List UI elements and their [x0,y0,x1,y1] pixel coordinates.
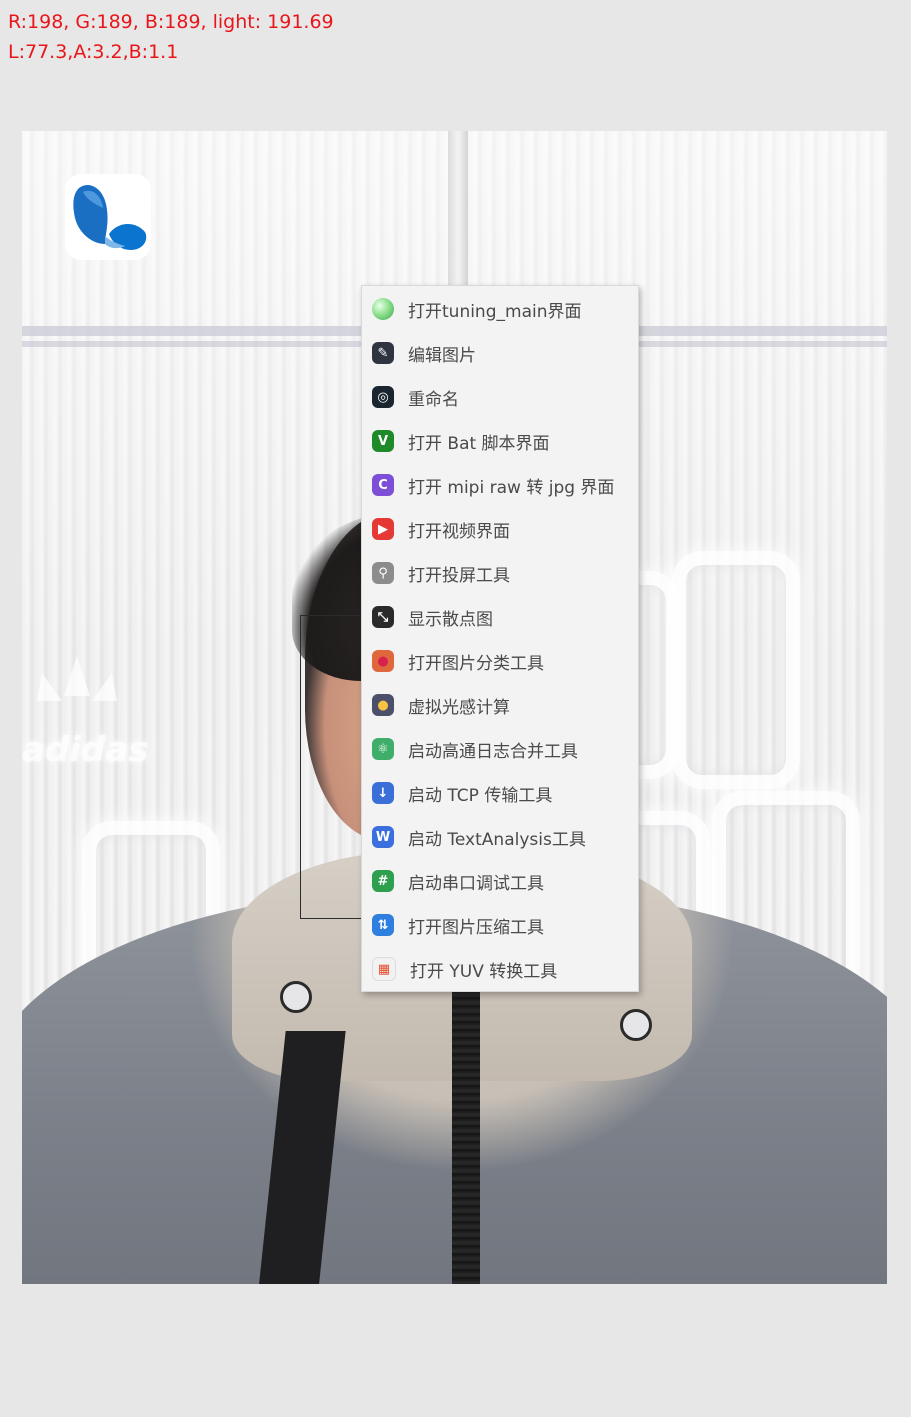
menu-item-label: 编辑图片 [408,345,476,366]
video-icon: ▶ [372,518,394,540]
menu-item-label: 显示散点图 [408,609,493,630]
cord-toggle [280,981,312,1013]
menu-item[interactable]: ⤡ 显示散点图 [362,595,638,639]
text-analysis-icon: W [372,826,394,848]
zipper [452,991,480,1284]
menu-item[interactable]: ◎ 重命名 [362,375,638,419]
yuv-convert-icon: ▦ [372,957,396,981]
context-menu: 打开tuning_main界面 ✎ 编辑图片 ◎ 重命名 V 打开 Bat 脚本界面 C 打开 … [361,285,639,992]
menu-item[interactable]: ✎ 编辑图片 [362,331,638,375]
green-orb-icon [372,298,394,320]
butterfly-logo-icon [73,184,147,250]
menu-item-label: 虚拟光感计算 [408,697,510,718]
menu-item-label: 打开tuning_main界面 [408,301,582,322]
store-sign-text: adidas [22,730,149,770]
mipi-convert-icon: C [372,474,394,496]
rename-icon: ◎ [372,386,394,408]
edit-image-icon: ✎ [372,342,394,364]
menu-item-label: 打开图片分类工具 [408,653,544,674]
menu-item-label: 打开 mipi raw 转 jpg 界面 [408,477,615,498]
image-classify-icon: ● [372,650,394,672]
menu-item-label: 启动 TextAnalysis工具 [408,829,586,850]
cord-toggle [620,1009,652,1041]
menu-item[interactable]: C 打开 mipi raw 转 jpg 界面 [362,463,638,507]
menu-item-label: 打开 Bat 脚本界面 [408,433,550,454]
menu-item[interactable]: ● 虚拟光感计算 [362,683,638,727]
menu-item[interactable]: 打开tuning_main界面 [362,287,638,331]
trefoil-logo-icon [37,656,117,701]
menu-item[interactable]: ⇅ 打开图片压缩工具 [362,903,638,947]
menu-item[interactable]: ⚲ 打开投屏工具 [362,551,638,595]
menu-item-label: 打开视频界面 [408,521,510,542]
menu-item[interactable]: ▦ 打开 YUV 转换工具 [362,947,638,991]
menu-item[interactable]: ↓ 启动 TCP 传输工具 [362,771,638,815]
menu-item-label: 打开图片压缩工具 [408,917,544,938]
menu-item[interactable]: V 打开 Bat 脚本界面 [362,419,638,463]
menu-item-label: 启动串口调试工具 [408,873,544,894]
serial-debug-icon: # [372,870,394,892]
usb-cast-icon: ⚲ [372,562,394,584]
selection-rectangle[interactable] [300,615,370,919]
scatter-plot-icon: ⤡ [372,606,394,628]
light-bulb-icon: ● [372,694,394,716]
menu-item[interactable]: ● 打开图片分类工具 [362,639,638,683]
menu-item[interactable]: # 启动串口调试工具 [362,859,638,903]
menu-item[interactable]: ⚛ 启动高通日志合并工具 [362,727,638,771]
menu-item-label: 打开 YUV 转换工具 [410,961,558,982]
log-merge-icon: ⚛ [372,738,394,760]
image-compress-icon: ⇅ [372,914,394,936]
menu-item[interactable]: ▶ 打开视频界面 [362,507,638,551]
menu-item[interactable]: W 启动 TextAnalysis工具 [362,815,638,859]
bat-script-icon: V [372,430,394,452]
menu-item-label: 打开投屏工具 [408,565,510,586]
neon-sign [672,551,800,789]
color-readout-lab: L:77.3,A:3.2,B:1.1 [8,41,179,63]
menu-item-label: 启动高通日志合并工具 [408,741,578,762]
menu-item-label: 启动 TCP 传输工具 [408,785,553,806]
store-sign: adidas [22,651,149,781]
color-readout-rgb: R:198, G:189, B:189, light: 191.69 [8,11,334,33]
app-logo-icon [65,174,151,260]
tcp-transfer-icon: ↓ [372,782,394,804]
menu-item-label: 重命名 [408,389,459,410]
